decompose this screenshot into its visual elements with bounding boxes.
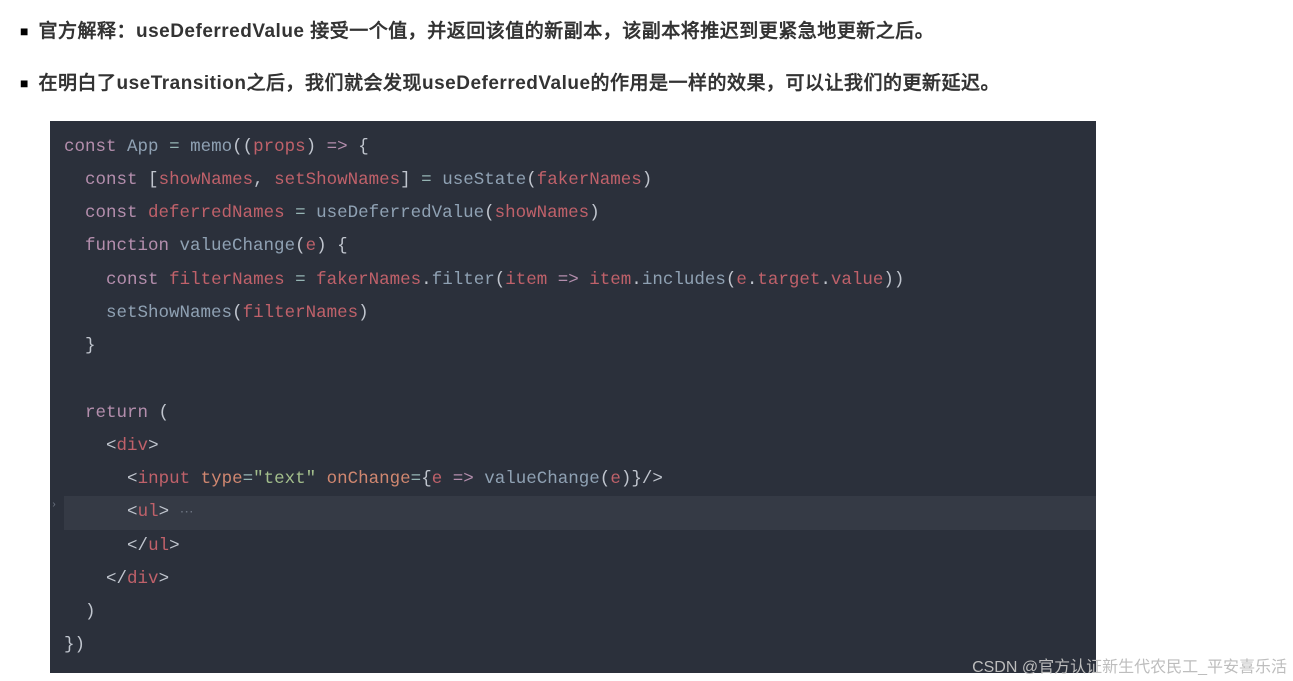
square-bullet-icon: ■: [20, 72, 28, 94]
fold-caret-icon[interactable]: ›: [51, 496, 57, 515]
bullet-item: ■ 官方解释：useDeferredValue 接受一个值，并返回该值的新副本，…: [20, 16, 1273, 48]
bullet-item: ■ 在明白了useTransition之后，我们就会发现useDeferredV…: [20, 68, 1273, 100]
bullet-text: 在明白了useTransition之后，我们就会发现useDeferredVal…: [38, 68, 1000, 100]
fold-ellipsis-icon[interactable]: ⋯: [180, 505, 194, 521]
code-block: const App = memo((props) => { const [sho…: [50, 121, 1096, 673]
square-bullet-icon: ■: [20, 20, 28, 42]
bullet-text: 官方解释：useDeferredValue 接受一个值，并返回该值的新副本，该副…: [38, 16, 934, 48]
